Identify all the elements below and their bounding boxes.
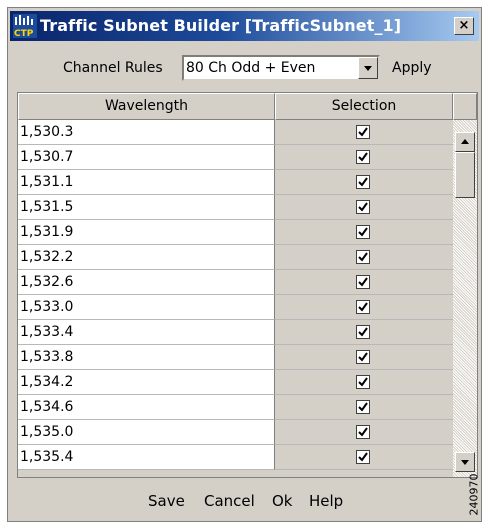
chevron-down-icon[interactable] bbox=[358, 57, 378, 79]
selection-checkbox[interactable] bbox=[356, 325, 370, 339]
wavelength-cell: 1,530.7 bbox=[18, 145, 275, 170]
save-button[interactable]: Save bbox=[148, 492, 185, 510]
channel-rules-dropdown[interactable]: 80 Ch Odd + Even bbox=[182, 55, 380, 81]
selection-cell bbox=[275, 395, 453, 420]
table-row[interactable]: 1,533.0 bbox=[18, 295, 453, 320]
selection-checkbox[interactable] bbox=[356, 350, 370, 364]
selection-cell bbox=[275, 245, 453, 270]
checkmark-icon bbox=[358, 452, 368, 462]
selection-checkbox[interactable] bbox=[356, 375, 370, 389]
channel-rules-value: 80 Ch Odd + Even bbox=[186, 60, 316, 76]
wavelength-cell: 1,532.2 bbox=[18, 245, 275, 270]
selection-cell bbox=[275, 320, 453, 345]
footer-buttons: Save Cancel Ok Help bbox=[8, 488, 481, 512]
selection-cell bbox=[275, 370, 453, 395]
selection-cell bbox=[275, 220, 453, 245]
table-row[interactable]: 1,532.2 bbox=[18, 245, 453, 270]
header-corner bbox=[453, 93, 477, 120]
table-row[interactable]: 1,530.3 bbox=[18, 120, 453, 145]
selection-cell bbox=[275, 295, 453, 320]
wavelength-cell: 1,534.2 bbox=[18, 370, 275, 395]
apply-button[interactable]: Apply bbox=[392, 60, 432, 76]
selection-cell bbox=[275, 170, 453, 195]
table-row[interactable]: 1,535.4 bbox=[18, 445, 453, 470]
close-button[interactable]: × bbox=[454, 17, 474, 35]
selection-checkbox[interactable] bbox=[356, 300, 370, 314]
checkmark-icon bbox=[358, 277, 368, 287]
column-header-wavelength[interactable]: Wavelength bbox=[18, 93, 275, 120]
checkmark-icon bbox=[358, 427, 368, 437]
selection-cell bbox=[275, 145, 453, 170]
window-title: Traffic Subnet Builder [TrafficSubnet_1] bbox=[40, 16, 402, 35]
wavelength-cell: 1,533.4 bbox=[18, 320, 275, 345]
selection-cell bbox=[275, 270, 453, 295]
checkmark-icon bbox=[358, 252, 368, 262]
checkmark-icon bbox=[358, 177, 368, 187]
table-row[interactable]: 1,533.4 bbox=[18, 320, 453, 345]
wavelength-cell: 1,531.9 bbox=[18, 220, 275, 245]
checkmark-icon bbox=[358, 202, 368, 212]
vertical-scrollbar[interactable] bbox=[453, 120, 477, 477]
channel-rules-row: Channel Rules 80 Ch Odd + Even Apply bbox=[8, 54, 481, 82]
help-button[interactable]: Help bbox=[309, 492, 343, 510]
table-row[interactable]: 1,533.8 bbox=[18, 345, 453, 370]
title-bar[interactable]: CTP Traffic Subnet Builder [TrafficSubne… bbox=[10, 11, 479, 41]
selection-cell bbox=[275, 195, 453, 220]
selection-checkbox[interactable] bbox=[356, 450, 370, 464]
ctp-app-icon: CTP bbox=[13, 14, 37, 38]
figure-code: 240970 bbox=[468, 468, 487, 526]
table-row[interactable]: 1,534.2 bbox=[18, 370, 453, 395]
checkmark-icon bbox=[358, 127, 368, 137]
checkmark-icon bbox=[358, 352, 368, 362]
column-header-selection[interactable]: Selection bbox=[275, 93, 453, 120]
selection-checkbox[interactable] bbox=[356, 175, 370, 189]
table-row[interactable]: 1,530.7 bbox=[18, 145, 453, 170]
selection-checkbox[interactable] bbox=[356, 425, 370, 439]
table-row[interactable]: 1,531.1 bbox=[18, 170, 453, 195]
checkmark-icon bbox=[358, 302, 368, 312]
table-row[interactable]: 1,531.5 bbox=[18, 195, 453, 220]
svg-text:CTP: CTP bbox=[14, 29, 34, 38]
wavelength-cell: 1,535.4 bbox=[18, 445, 275, 470]
checkmark-icon bbox=[358, 152, 368, 162]
wavelength-cell: 1,532.6 bbox=[18, 270, 275, 295]
scroll-down-arrow-icon[interactable] bbox=[455, 452, 475, 472]
wavelength-cell: 1,533.0 bbox=[18, 295, 275, 320]
table-row[interactable]: 1,532.6 bbox=[18, 270, 453, 295]
wavelength-cell: 1,534.6 bbox=[18, 395, 275, 420]
selection-checkbox[interactable] bbox=[356, 200, 370, 214]
wavelength-table: Wavelength Selection 1,530.3 1,530.7 1,531… bbox=[17, 92, 478, 478]
selection-checkbox[interactable] bbox=[356, 125, 370, 139]
selection-checkbox[interactable] bbox=[356, 250, 370, 264]
checkmark-icon bbox=[358, 402, 368, 412]
selection-checkbox[interactable] bbox=[356, 400, 370, 414]
selection-cell bbox=[275, 420, 453, 445]
checkmark-icon bbox=[358, 377, 368, 387]
selection-cell bbox=[275, 345, 453, 370]
selection-checkbox[interactable] bbox=[356, 225, 370, 239]
table-body: 1,530.3 1,530.7 1,531.1 1,531.5 1,531.9 1,532… bbox=[18, 120, 453, 477]
table-header: Wavelength Selection bbox=[18, 93, 477, 121]
wavelength-cell: 1,531.1 bbox=[18, 170, 275, 195]
table-row[interactable]: 1,534.6 bbox=[18, 395, 453, 420]
table-row[interactable]: 1,531.9 bbox=[18, 220, 453, 245]
checkmark-icon bbox=[358, 227, 368, 237]
scroll-up-arrow-icon[interactable] bbox=[455, 132, 475, 152]
wavelength-cell: 1,533.8 bbox=[18, 345, 275, 370]
selection-checkbox[interactable] bbox=[356, 275, 370, 289]
cancel-button[interactable]: Cancel bbox=[204, 492, 255, 510]
selection-cell bbox=[275, 445, 453, 470]
ok-button[interactable]: Ok bbox=[272, 492, 293, 510]
wavelength-cell: 1,535.0 bbox=[18, 420, 275, 445]
channel-rules-label: Channel Rules bbox=[63, 60, 163, 76]
traffic-subnet-builder-dialog: CTP Traffic Subnet Builder [TrafficSubne… bbox=[7, 7, 482, 522]
table-row[interactable]: 1,535.0 bbox=[18, 420, 453, 445]
wavelength-cell: 1,531.5 bbox=[18, 195, 275, 220]
wavelength-cell: 1,530.3 bbox=[18, 120, 275, 145]
scrollbar-thumb[interactable] bbox=[455, 152, 475, 198]
figure-code-text: 240970 bbox=[467, 473, 481, 516]
selection-checkbox[interactable] bbox=[356, 150, 370, 164]
checkmark-icon bbox=[358, 327, 368, 337]
selection-cell bbox=[275, 120, 453, 145]
